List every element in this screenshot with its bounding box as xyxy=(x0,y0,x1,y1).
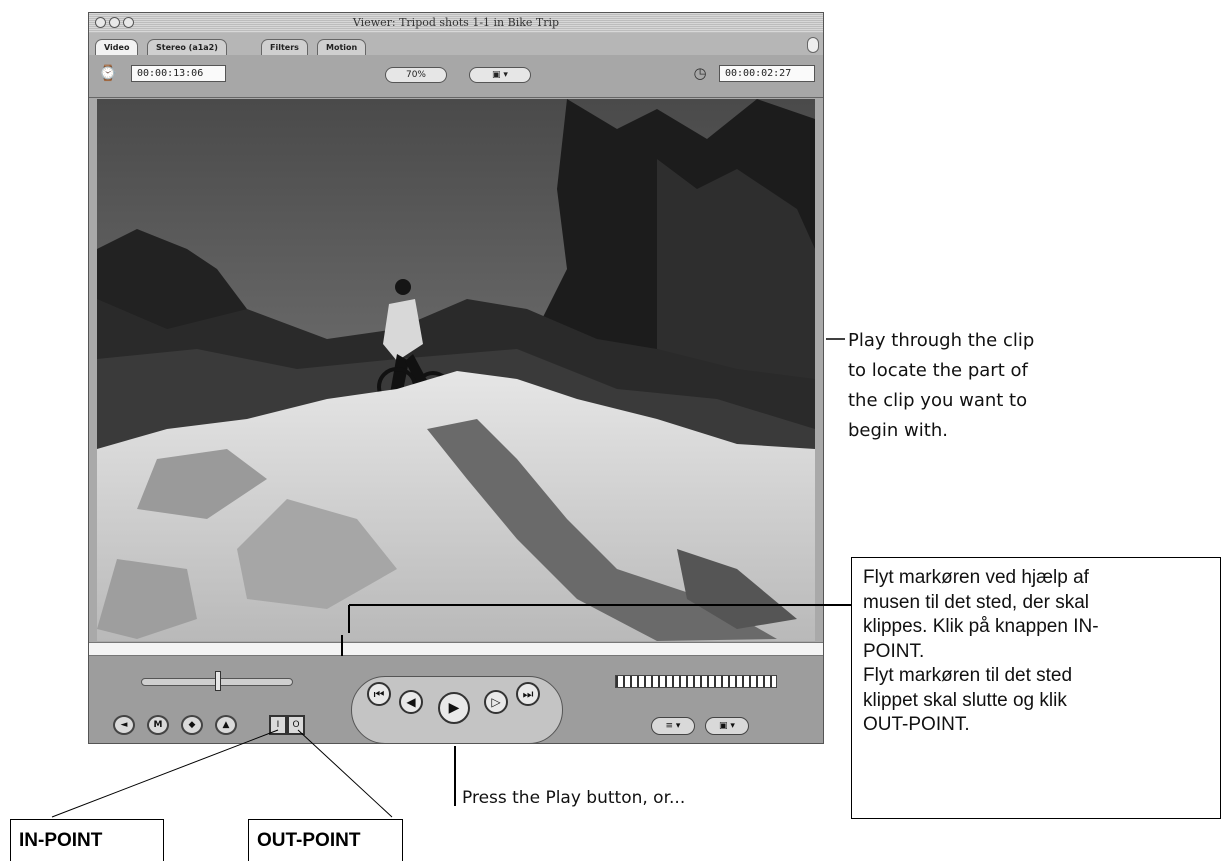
tab-motion[interactable]: Motion xyxy=(317,39,367,55)
instruction-line: Flyt markøren ved hjælp af xyxy=(863,567,1089,588)
play-button[interactable]: ▶ xyxy=(438,692,470,724)
title-bar[interactable]: Viewer: Tripod shots 1-1 in Bike Trip xyxy=(89,13,823,34)
window-title: Viewer: Tripod shots 1-1 in Bike Trip xyxy=(352,16,560,29)
view-popup[interactable]: ▣ ▾ xyxy=(469,67,531,83)
add-keyframe-button[interactable]: ◆ xyxy=(181,715,203,735)
add-marker-button[interactable]: ▲ xyxy=(215,715,237,735)
instruction-line: klippet skal slutte og klik xyxy=(863,689,1067,711)
current-timecode[interactable]: 00:00:02:27 xyxy=(719,65,815,82)
play-through-note: Play through the clip to locate the part… xyxy=(848,326,1034,446)
instruction-box: Flyt markøren ved hjælp af musen til det… xyxy=(851,557,1221,819)
play-around-button[interactable]: ▷ xyxy=(484,690,508,714)
instruction-line: OUT-POINT. xyxy=(863,714,970,735)
recent-clips-popup[interactable]: ≡ ▾ xyxy=(651,717,695,735)
mark-out-button[interactable]: O xyxy=(287,715,305,735)
tab-filters[interactable]: Filters xyxy=(261,39,308,55)
out-point-label: OUT-POINT xyxy=(248,819,403,861)
note-line: the clip you want to xyxy=(848,390,1028,411)
note-line: to locate the part of xyxy=(848,360,1028,381)
note-line: begin with. xyxy=(848,420,948,441)
mark-clip-button[interactable]: M xyxy=(147,715,169,735)
zoom-popup[interactable]: 70% xyxy=(385,67,447,83)
duration-timecode[interactable]: 00:00:13:06 xyxy=(131,65,226,82)
generator-popup[interactable]: ▣ ▾ xyxy=(705,717,749,735)
instruction-line: klippes. Klik på knappen IN- xyxy=(863,616,1099,637)
previous-edit-button[interactable]: ⏮ xyxy=(367,682,391,706)
jog-control[interactable] xyxy=(615,675,777,688)
mark-in-button[interactable]: I xyxy=(269,715,287,735)
video-frame xyxy=(97,99,815,641)
tab-stereo[interactable]: Stereo (a1a2) xyxy=(147,39,227,55)
lock-icon: ⌚ xyxy=(98,64,118,82)
play-in-to-out-button[interactable]: ◀ xyxy=(399,690,423,714)
match-frame-button[interactable]: ◄ xyxy=(113,715,135,735)
press-play-note: Press the Play button, or... xyxy=(462,788,686,808)
scrubber-bar[interactable] xyxy=(89,642,823,656)
tab-bar: Video Stereo (a1a2) Filters Motion xyxy=(89,33,823,55)
video-image xyxy=(97,99,815,641)
viewer-control-bar: ⌚ 00:00:13:06 70% ▣ ▾ ◷ 00:00:02:27 xyxy=(89,55,823,98)
playhead[interactable] xyxy=(341,635,343,657)
note-line: Play through the clip xyxy=(848,330,1035,351)
transport-controls: ⏮ ◀ ▶ ▷ ⏭ ◄ M ◆ ▲ I O ≡ ▾ ▣ ▾ xyxy=(89,656,823,744)
clock-icon: ◷ xyxy=(693,64,707,82)
toolbar-toggle-icon[interactable] xyxy=(807,37,819,53)
viewer-window: Viewer: Tripod shots 1-1 in Bike Trip Vi… xyxy=(88,12,824,744)
instruction-line: musen til det sted, der skal xyxy=(863,591,1089,613)
next-edit-button[interactable]: ⏭ xyxy=(516,682,540,706)
tab-video[interactable]: Video xyxy=(95,39,139,55)
instruction-line: Flyt markøren til det sted xyxy=(863,665,1073,686)
in-point-label: IN-POINT xyxy=(10,819,164,861)
shuttle-knob[interactable] xyxy=(215,671,221,691)
instruction-line: POINT. xyxy=(863,640,925,662)
